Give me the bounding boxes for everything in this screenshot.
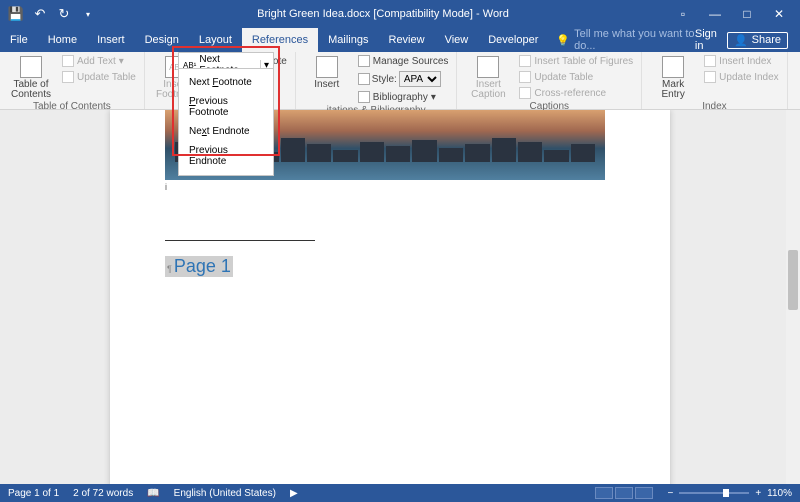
title-bar: 💾 ↶ ↻ ▾ Bright Green Idea.docx [Compatib… <box>0 0 800 28</box>
lightbulb-icon: 💡 <box>556 34 570 47</box>
update-index-button[interactable]: Update Index <box>702 70 781 84</box>
update-icon <box>519 71 531 83</box>
table-figures-icon <box>519 55 531 67</box>
ribbon: Table of Contents Add Text ▾ Update Tabl… <box>0 52 800 110</box>
tab-review[interactable]: Review <box>379 28 435 52</box>
bibliography-icon <box>358 91 370 103</box>
menu-previous-endnote[interactable]: Previous Endnote <box>179 141 273 171</box>
word-count[interactable]: 2 of 72 words <box>73 488 133 499</box>
tab-insert[interactable]: Insert <box>87 28 135 52</box>
tab-developer[interactable]: Developer <box>478 28 548 52</box>
macro-icon[interactable]: ▶ <box>290 488 298 499</box>
insert-index-button[interactable]: Insert Index <box>702 54 781 68</box>
language-indicator[interactable]: English (United States) <box>174 488 276 499</box>
quick-access-toolbar: 💾 ↶ ↻ ▾ <box>0 6 104 22</box>
zoom-control: − + 110% <box>667 488 792 499</box>
scrollbar-thumb[interactable] <box>788 250 798 310</box>
tab-home[interactable]: Home <box>38 28 87 52</box>
footnote-mark: i <box>165 182 167 192</box>
save-icon[interactable]: 💾 <box>8 6 24 22</box>
group-index: Mark Entry Insert Index Update Index Ind… <box>642 52 788 109</box>
group-toc: Table of Contents Add Text ▾ Update Tabl… <box>0 52 145 109</box>
group-citations: Insert Manage Sources Style: APA Bibliog… <box>296 52 458 109</box>
add-text-icon <box>62 55 74 67</box>
style-icon <box>358 73 370 85</box>
update-index-icon <box>704 71 716 83</box>
sign-in-link[interactable]: Sign in <box>695 28 717 52</box>
group-toa: Mark Citation Table of Authorities <box>788 52 800 109</box>
update-table-button[interactable]: Update Table <box>60 70 138 84</box>
document-canvas[interactable]: i Page 1 <box>0 110 786 484</box>
tab-layout[interactable]: Layout <box>189 28 242 52</box>
page-indicator[interactable]: Page 1 of 1 <box>8 488 59 499</box>
insert-citation-button[interactable]: Insert <box>302 54 352 90</box>
window-controls: ▫ — □ ✕ <box>662 7 800 21</box>
minimize-icon[interactable]: — <box>708 7 722 21</box>
spellcheck-icon[interactable]: 📖 <box>147 488 159 499</box>
share-button[interactable]: 👤 Share <box>727 32 788 49</box>
zoom-level[interactable]: 110% <box>767 488 792 499</box>
ribbon-tabs: File Home Insert Design Layout Reference… <box>0 28 800 52</box>
insert-table-figures-button[interactable]: Insert Table of Figures <box>517 54 635 68</box>
zoom-out-button[interactable]: − <box>667 488 673 499</box>
citation-icon <box>316 56 338 78</box>
insert-caption-button[interactable]: Insert Caption <box>463 54 513 100</box>
manage-sources-icon <box>358 55 370 67</box>
style-dropdown[interactable]: APA <box>399 71 441 87</box>
menu-previous-footnote[interactable]: Previous Footnote <box>179 92 273 122</box>
undo-icon[interactable]: ↶ <box>32 6 48 22</box>
zoom-in-button[interactable]: + <box>755 488 761 499</box>
mark-entry-icon <box>662 56 684 78</box>
status-bar: Page 1 of 1 2 of 72 words 📖 English (Uni… <box>0 484 800 502</box>
view-buttons <box>595 487 653 499</box>
ribbon-options-icon[interactable]: ▫ <box>676 7 690 21</box>
web-layout-button[interactable] <box>635 487 653 499</box>
menu-next-endnote[interactable]: Next Endnote <box>179 122 273 141</box>
tab-view[interactable]: View <box>435 28 479 52</box>
menu-next-footnote[interactable]: Next Footnote <box>179 73 273 92</box>
vertical-scrollbar[interactable] <box>786 110 800 484</box>
page-text-selection[interactable]: Page 1 <box>165 256 233 277</box>
insert-index-icon <box>704 55 716 67</box>
caption-icon <box>477 56 499 78</box>
update-caption-table-button[interactable]: Update Table <box>517 70 635 84</box>
tab-mailings[interactable]: Mailings <box>318 28 378 52</box>
window-title: Bright Green Idea.docx [Compatibility Mo… <box>104 8 662 20</box>
manage-sources-button[interactable]: Manage Sources <box>356 54 451 68</box>
tell-me[interactable]: 💡 Tell me what you want to do... <box>556 28 695 52</box>
group-captions: Insert Caption Insert Table of Figures U… <box>457 52 642 109</box>
toc-icon <box>20 56 42 78</box>
update-table-icon <box>62 71 74 83</box>
maximize-icon[interactable]: □ <box>740 7 754 21</box>
read-mode-button[interactable] <box>595 487 613 499</box>
bibliography-button[interactable]: Bibliography ▾ <box>356 90 451 104</box>
table-of-contents-button[interactable]: Table of Contents <box>6 54 56 100</box>
close-icon[interactable]: ✕ <box>772 7 786 21</box>
add-text-button[interactable]: Add Text ▾ <box>60 54 138 68</box>
tab-design[interactable]: Design <box>135 28 189 52</box>
cross-ref-icon <box>519 87 531 99</box>
zoom-slider[interactable] <box>679 492 749 494</box>
cross-reference-button[interactable]: Cross-reference <box>517 86 635 100</box>
redo-icon[interactable]: ↻ <box>56 6 72 22</box>
next-footnote-menu: Next Footnote Previous Footnote Next End… <box>178 68 274 176</box>
qat-customize-icon[interactable]: ▾ <box>80 6 96 22</box>
footnote-separator <box>165 240 315 241</box>
tab-references[interactable]: References <box>242 28 318 52</box>
mark-citation-button[interactable]: Mark Citation <box>794 54 800 100</box>
citation-style-select[interactable]: Style: APA <box>356 70 451 88</box>
mark-entry-button[interactable]: Mark Entry <box>648 54 698 100</box>
share-icon: 👤 <box>734 34 748 47</box>
print-layout-button[interactable] <box>615 487 633 499</box>
tab-file[interactable]: File <box>0 28 38 52</box>
